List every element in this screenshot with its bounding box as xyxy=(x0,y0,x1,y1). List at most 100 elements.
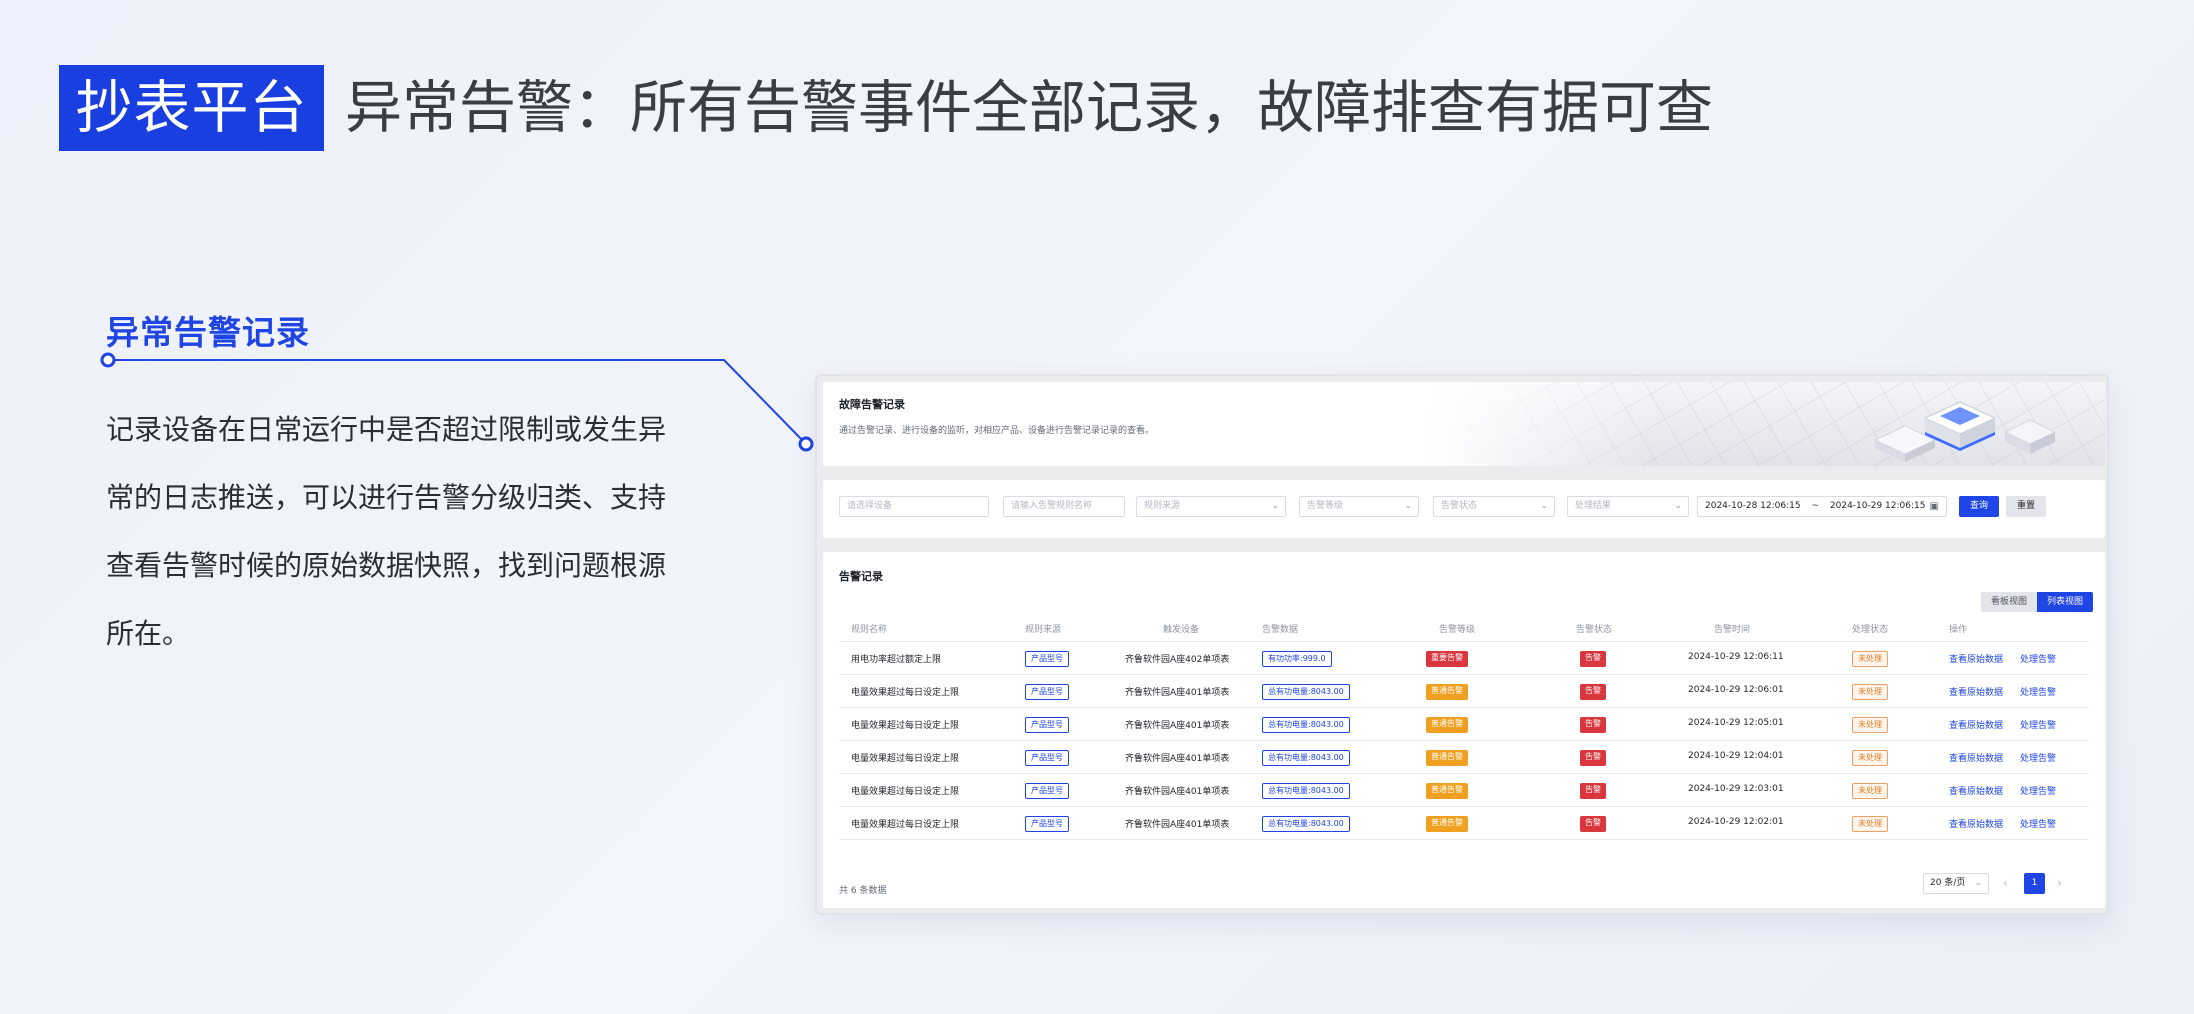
banner-illustration xyxy=(1425,382,2105,466)
rule-source-tag: 产品型号 xyxy=(1025,816,1069,832)
alarm-status-tag: 告警 xyxy=(1580,651,1606,667)
alarm-time: 2024-10-29 12:06:01 xyxy=(1688,685,1784,695)
alarm-status-placeholder: 告警状态 xyxy=(1441,501,1478,511)
alarm-status-tag: 告警 xyxy=(1580,750,1606,766)
trigger-device: 齐鲁软件园A座401单项表 xyxy=(1125,688,1230,698)
view-raw-data-link[interactable]: 查看原始数据 xyxy=(1949,817,2003,830)
app-screenshot: 故障告警记录 通过告警记录、进行设备的监听，对相应产品、设备进行告警记录记录的查… xyxy=(815,374,2109,915)
alarm-status-tag: 告警 xyxy=(1580,684,1606,700)
chevron-down-icon: ⌄ xyxy=(1540,501,1548,511)
list-view-button[interactable]: 列表视图 xyxy=(2036,592,2093,612)
alarm-data-tag: 总有功电量:8043.00 xyxy=(1262,816,1350,832)
view-raw-data-link[interactable]: 查看原始数据 xyxy=(1949,784,2003,797)
page-headline: 异常告警：所有告警事件全部记录，故障排查有据可查 xyxy=(345,75,1713,141)
isometric-cubes-icon xyxy=(1873,401,2057,462)
col-alarm-level: 告警等级 xyxy=(1439,625,1476,635)
handle-status-tag: 未处理 xyxy=(1852,750,1888,766)
trigger-device: 齐鲁软件园A座401单项表 xyxy=(1125,754,1230,764)
feature-title: 异常告警记录 xyxy=(106,313,310,352)
query-button[interactable]: 查询 xyxy=(1959,496,1999,517)
handle-alarm-link[interactable]: 处理告警 xyxy=(2020,784,2056,797)
col-alarm-data: 告警数据 xyxy=(1262,625,1299,635)
alarm-data-tag: 总有功电量:8043.00 xyxy=(1262,750,1350,766)
alarm-status-tag: 告警 xyxy=(1580,783,1606,799)
rule-source-tag: 产品型号 xyxy=(1025,651,1069,667)
alarm-level-tag: 普通告警 xyxy=(1426,783,1468,799)
chevron-left-icon[interactable]: ‹ xyxy=(2003,876,2008,890)
alarm-data-tag: 有功功率:999.0 xyxy=(1262,651,1332,667)
view-toggle: 看板视图 列表视图 xyxy=(1980,592,2093,612)
table-row: 电量效果超过每日设定上限 产品型号 齐鲁软件园A座401单项表 总有功电量:8043.… xyxy=(839,675,2089,708)
rule-source-tag: 产品型号 xyxy=(1025,684,1069,700)
rule-source-tag: 产品型号 xyxy=(1025,783,1069,799)
rule-name: 电量效果超过每日设定上限 xyxy=(851,820,960,830)
date-range-picker[interactable]: 2024-10-28 12:06:15 ~ 2024-10-29 12:06:1… xyxy=(1697,496,1947,517)
handle-status-tag: 未处理 xyxy=(1852,717,1888,733)
table-header: 规则名称 规则来源 触发设备 告警数据 告警等级 告警状态 告警时间 处理状态 … xyxy=(839,618,2089,642)
trigger-device: 齐鲁软件园A座401单项表 xyxy=(1125,787,1230,797)
chevron-down-icon: ⌄ xyxy=(1404,501,1412,511)
alarm-level-tag: 普通告警 xyxy=(1426,684,1468,700)
handle-alarm-link[interactable]: 处理告警 xyxy=(2020,652,2056,665)
rule-source-placeholder: 规则来源 xyxy=(1144,501,1181,511)
alarm-level-tag: 普通告警 xyxy=(1426,717,1468,733)
rule-source-select[interactable]: 规则来源 ⌄ xyxy=(1136,496,1286,517)
handle-alarm-link[interactable]: 处理告警 xyxy=(2020,751,2056,764)
col-rule-source: 规则来源 xyxy=(1025,625,1062,635)
alarm-time: 2024-10-29 12:02:01 xyxy=(1688,817,1784,827)
alarm-level-tag: 重要告警 xyxy=(1426,651,1468,667)
alarm-time: 2024-10-29 12:04:01 xyxy=(1688,751,1784,761)
view-raw-data-link[interactable]: 查看原始数据 xyxy=(1949,718,2003,731)
handle-result-select[interactable]: 处理结果 ⌄ xyxy=(1567,496,1689,517)
rule-name: 电量效果超过每日设定上限 xyxy=(851,754,960,764)
view-raw-data-link[interactable]: 查看原始数据 xyxy=(1949,751,2003,764)
banner-card: 故障告警记录 通过告警记录、进行设备的监听，对相应产品、设备进行告警记录记录的查… xyxy=(823,382,2105,466)
banner-subtitle: 通过告警记录、进行设备的监听，对相应产品、设备进行告警记录记录的查看。 xyxy=(839,426,1155,436)
page-size-select[interactable]: 20 条/页 ⌄ xyxy=(1923,873,1989,894)
page-number[interactable]: 1 xyxy=(2024,873,2045,894)
table-row: 电量效果超过每日设定上限 产品型号 齐鲁软件园A座401单项表 总有功电量:8043.… xyxy=(839,807,2089,840)
alarm-time: 2024-10-29 12:03:01 xyxy=(1688,784,1784,794)
table-row: 用电功率超过额定上限 产品型号 齐鲁软件园A座402单项表 有功功率:999.0 重要告… xyxy=(839,642,2089,675)
date-separator: ~ xyxy=(1811,501,1820,511)
alarm-status-tag: 告警 xyxy=(1580,816,1606,832)
alarm-table-card: 告警记录 看板视图 列表视图 规则名称 规则来源 触发设备 告警数据 告警等级 … xyxy=(823,552,2105,908)
total-count: 共 6 条数据 xyxy=(839,886,887,896)
chevron-right-icon[interactable]: › xyxy=(2057,876,2062,890)
alarm-data-tag: 总有功电量:8043.00 xyxy=(1262,717,1350,733)
alarm-data-tag: 总有功电量:8043.00 xyxy=(1262,783,1350,799)
view-raw-data-link[interactable]: 查看原始数据 xyxy=(1949,652,2003,665)
device-select[interactable]: 请选择设备 xyxy=(839,496,989,517)
chevron-down-icon: ⌄ xyxy=(1674,501,1682,511)
trigger-device: 齐鲁软件园A座401单项表 xyxy=(1125,721,1230,731)
chevron-down-icon: ⌄ xyxy=(1271,501,1279,511)
handle-status-tag: 未处理 xyxy=(1852,651,1888,667)
col-alarm-time: 告警时间 xyxy=(1714,625,1751,635)
date-end: 2024-10-29 12:06:15 xyxy=(1829,501,1926,511)
alarm-level-select[interactable]: 告警等级 ⌄ xyxy=(1299,496,1419,517)
handle-status-tag: 未处理 xyxy=(1852,684,1888,700)
handle-alarm-link[interactable]: 处理告警 xyxy=(2020,817,2056,830)
table-row: 电量效果超过每日设定上限 产品型号 齐鲁软件园A座401单项表 总有功电量:8043.… xyxy=(839,741,2089,774)
rule-source-tag: 产品型号 xyxy=(1025,717,1069,733)
col-handle-status: 处理状态 xyxy=(1852,625,1889,635)
col-alarm-status: 告警状态 xyxy=(1576,625,1613,635)
view-raw-data-link[interactable]: 查看原始数据 xyxy=(1949,685,2003,698)
handle-alarm-link[interactable]: 处理告警 xyxy=(2020,718,2056,731)
trigger-device: 齐鲁软件园A座402单项表 xyxy=(1125,655,1230,665)
feature-description: 记录设备在日常运行中是否超过限制或发生异常的日志推送，可以进行告警分级归类、支持… xyxy=(106,413,667,650)
alarm-data-tag: 总有功电量:8043.00 xyxy=(1262,684,1350,700)
alarm-level-placeholder: 告警等级 xyxy=(1307,501,1344,511)
table-row: 电量效果超过每日设定上限 产品型号 齐鲁软件园A座401单项表 总有功电量:8043.… xyxy=(839,774,2089,807)
col-device: 触发设备 xyxy=(1163,625,1200,635)
handle-alarm-link[interactable]: 处理告警 xyxy=(2020,685,2056,698)
reset-button[interactable]: 重置 xyxy=(2006,496,2046,517)
alarm-status-tag: 告警 xyxy=(1580,717,1606,733)
board-view-button[interactable]: 看板视图 xyxy=(1980,592,2037,612)
banner-title: 故障告警记录 xyxy=(839,398,905,411)
alarm-status-select[interactable]: 告警状态 ⌄ xyxy=(1433,496,1555,517)
rule-name: 用电功率超过额定上限 xyxy=(851,655,942,665)
alarm-time: 2024-10-29 12:06:11 xyxy=(1688,652,1784,662)
rule-name-input[interactable]: 请输入告警规则名称 xyxy=(1003,496,1125,517)
date-start: 2024-10-28 12:06:15 xyxy=(1705,501,1801,511)
